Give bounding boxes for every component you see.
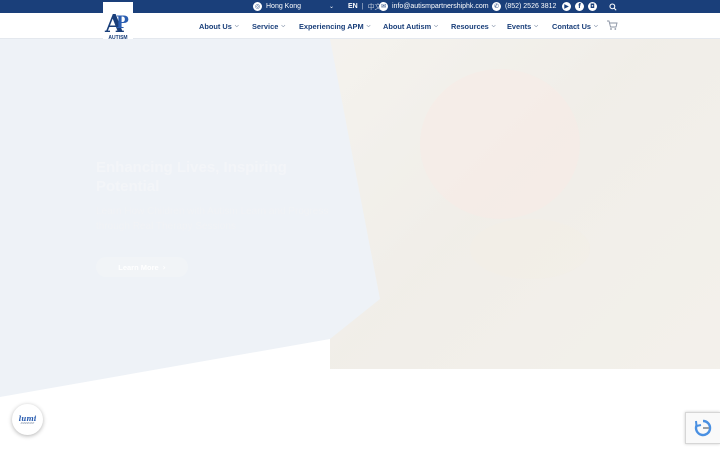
youtube-icon[interactable]: ▶ <box>562 2 571 11</box>
chevron-down-icon: ⌵ <box>594 23 598 29</box>
nav-experiencing-apm[interactable]: Experiencing APM ⌵ <box>299 13 370 39</box>
region-label: Hong Kong <box>266 3 302 10</box>
cart-icon[interactable] <box>606 19 618 31</box>
phone-text: (852) 2526 3812 <box>505 3 557 10</box>
lumi-logo-text: lumi <box>18 413 37 423</box>
nav-about-us[interactable]: About Us ⌵ <box>199 13 239 39</box>
chevron-down-icon: ⌵ <box>366 23 371 29</box>
chevron-down-icon: ⌵ <box>534 23 539 29</box>
nav-resources[interactable]: Resources ⌵ <box>451 13 496 39</box>
learn-more-button[interactable]: Learn More › <box>96 257 188 277</box>
region-dropdown-chevron[interactable]: ⌄ <box>329 0 334 13</box>
region-selector[interactable]: ◎ Hong Kong <box>253 0 301 13</box>
chevron-down-icon: ⌵ <box>491 23 496 29</box>
recaptcha-icon <box>694 419 712 437</box>
search-icon <box>609 2 617 11</box>
phone-icon: ✆ <box>492 2 501 11</box>
social-links: ▶ f ◘ <box>562 0 597 13</box>
facebook-icon[interactable]: f <box>575 2 584 11</box>
nav-label: Contact Us <box>552 21 592 31</box>
svg-text:P: P <box>116 13 129 33</box>
page: ◎ Hong Kong ⌄ EN | 中文 ✉ info@autismpartn… <box>0 0 720 450</box>
nav-about-autism[interactable]: About Autism ⌵ <box>383 13 438 39</box>
chat-assistant-button[interactable]: lumi ASSISTANT <box>12 404 43 435</box>
nav-label: Resources <box>451 21 489 31</box>
lumi-sub-text: ASSISTANT <box>20 421 35 425</box>
nav-label: Service <box>252 21 279 31</box>
hero-photo-table <box>470 219 590 279</box>
language-en-link[interactable]: EN <box>348 3 358 10</box>
chevron-down-icon: ⌄ <box>329 3 335 10</box>
search-button[interactable] <box>609 0 617 13</box>
chevron-down-icon: ⌵ <box>434 23 438 29</box>
nav-events[interactable]: Events ⌵ <box>507 13 538 39</box>
nav-label: Events <box>507 21 532 31</box>
language-switcher: EN | 中文 <box>348 0 382 13</box>
language-separator: | <box>361 3 364 10</box>
email-link[interactable]: ✉ info@autismpartnershiphk.com <box>379 0 489 13</box>
globe-icon: ◎ <box>253 2 262 11</box>
nav-service[interactable]: Service ⌵ <box>252 13 285 39</box>
instagram-icon[interactable]: ◘ <box>588 2 597 11</box>
nav-label: Experiencing APM <box>299 21 364 31</box>
nav-label: About Autism <box>383 21 432 31</box>
chevron-down-icon: ⌵ <box>281 23 286 29</box>
arrow-right-icon: › <box>162 262 166 272</box>
email-text: info@autismpartnershiphk.com <box>392 3 489 10</box>
hero-subtitle: Learn How Children with Autism Learn and… <box>96 206 329 232</box>
phone-link[interactable]: ✆ (852) 2526 3812 <box>492 0 556 13</box>
chevron-down-icon: ⌵ <box>234 23 239 29</box>
hero-photo-child <box>420 69 580 219</box>
nav-contact-us[interactable]: Contact Us ⌵ <box>552 13 598 39</box>
learn-more-label: Learn More <box>118 262 159 272</box>
nav-label: About Us <box>199 21 232 31</box>
recaptcha-badge[interactable] <box>685 412 720 444</box>
hero-title: Enhancing Lives, Inspiring Potential <box>96 159 287 195</box>
mail-icon: ✉ <box>379 2 388 11</box>
